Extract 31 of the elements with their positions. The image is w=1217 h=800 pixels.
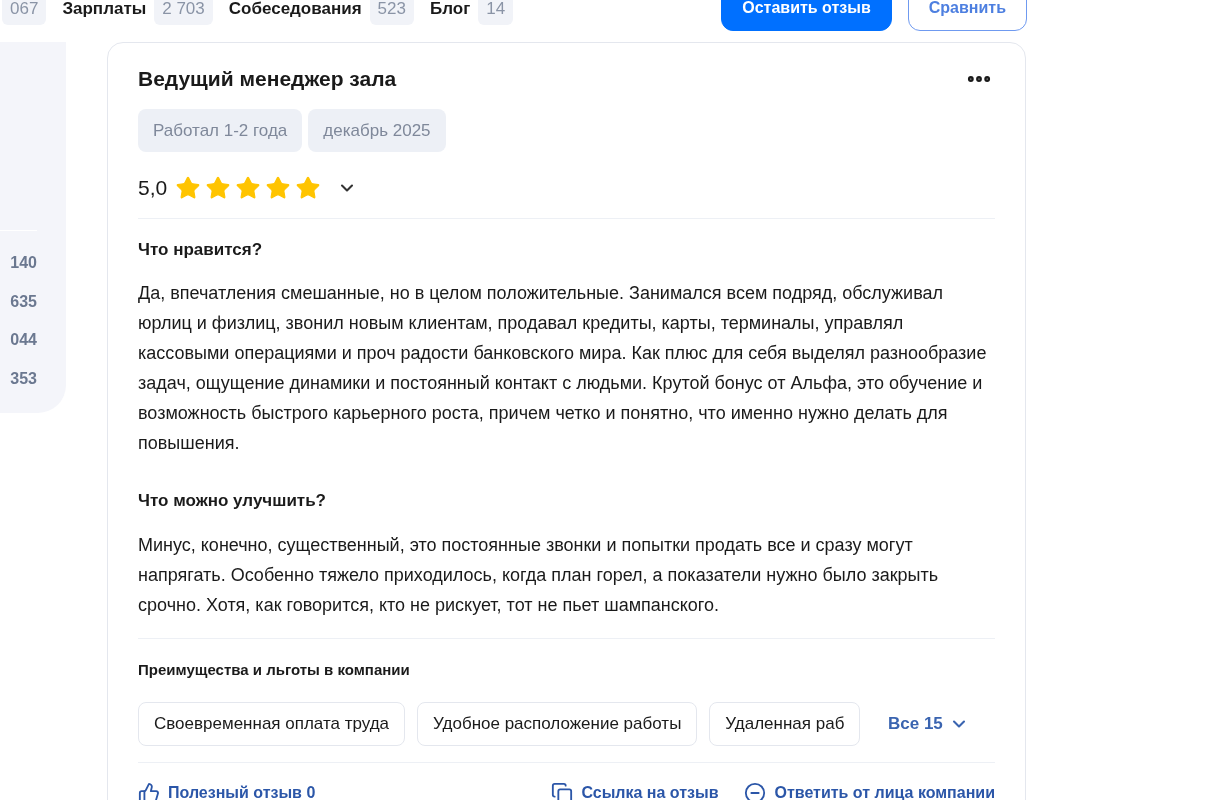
like-action[interactable]: Полезный отзыв 0 xyxy=(138,780,316,800)
reply-action[interactable]: Ответить от лица компании xyxy=(744,780,995,800)
tag: Работал 1-2 года xyxy=(138,108,303,152)
copy-icon xyxy=(551,781,574,800)
section-heading: Что нравится? xyxy=(138,238,264,261)
review-text: Минус, конечно, существенный, это постоянные звонки и попытки продать все и сразу могут напрягать. Особенно тяжело приходилось, когда план горел, а показатели нужно было закрыть срочно. Хотя, как говорится, кто не рискует, тот не пьет шампанского. xyxy=(138,533,940,617)
benefit-chip: Своевременная оплата труда xyxy=(138,702,406,746)
nav-link[interactable]: Зарплаты xyxy=(62,0,147,22)
section-heading: Что можно улучшить? xyxy=(138,490,327,512)
review-title: Ведущий менеджер зала xyxy=(138,66,397,92)
benefits-heading: Преимущества и льготы в компании xyxy=(138,659,411,680)
nav-link[interactable]: Собеседования xyxy=(228,0,362,22)
rating-value: 5,0 xyxy=(138,175,168,201)
show-all-link[interactable]: Все 15 xyxy=(888,711,969,737)
thumbs-up-icon xyxy=(138,781,160,800)
count-badge: 14 xyxy=(478,0,514,25)
stat-value: 140 xyxy=(10,253,37,273)
nav-link[interactable]: Блог xyxy=(429,0,471,22)
tag: декабрь 2025 xyxy=(308,108,446,152)
stat-value: 353 xyxy=(10,368,37,389)
review-text: Да, впечатления смешанные, но в целом положительные. Занимался всем подряд, обслуживал юрлиц и физлиц, звонил новым клиентам, продавал кредиты, карты, терминалы, управлял кассовыми операциями и проч радости банковского мира. Как плюс для себя выделял разнообразие задач, ощущение динамики и постоянный контакт с людьми. Крутой бонус от Альфа, это обучение и возможность быстрого карьерного роста, причем четко и понятно, что именно нужно делать для повышения. xyxy=(138,282,988,455)
leave-review-button[interactable]: Оставить отзыв xyxy=(721,0,892,31)
count-badge: 523 xyxy=(369,0,414,25)
stat-value: 635 xyxy=(10,291,37,312)
link-action[interactable]: Ссылка на отзыв xyxy=(551,780,719,800)
compare-button[interactable]: Сравнить xyxy=(907,0,1027,31)
count-badge: 067 xyxy=(2,0,47,25)
stat-value: 044 xyxy=(10,330,37,350)
benefit-chip: Удобное расположение работы xyxy=(417,702,698,746)
count-badge: 2 703 xyxy=(154,0,213,25)
benefit-chip: Удаленная раб xyxy=(709,702,861,746)
